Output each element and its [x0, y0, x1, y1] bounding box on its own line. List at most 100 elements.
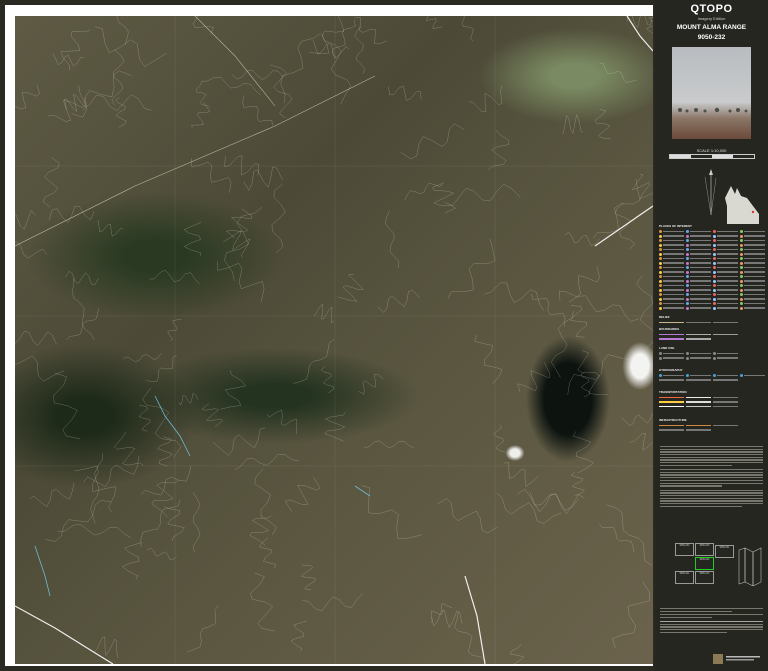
adjoining-sheets-diagram: 9050-234 9050-233 9050-231 9050-232 9050-221…: [675, 543, 735, 587]
legend-heading: LAND USE: [659, 346, 675, 350]
legend-symbol-row: [659, 302, 684, 305]
legend-symbol-row: [740, 288, 765, 292]
index-sheet-cell: 9050-214: [695, 571, 714, 584]
legend-symbol-row: [740, 293, 765, 296]
legend-symbol-row: [659, 266, 684, 269]
queensland-locator-map: [725, 186, 759, 224]
legend-symbol-row: [659, 293, 684, 296]
legend-infrastructure: [659, 424, 765, 432]
legend-symbol-row: [713, 252, 738, 256]
legend-symbol-row: [713, 257, 738, 260]
legend-heading: RELIEF: [659, 315, 670, 319]
legend-symbol-row: [686, 279, 711, 283]
creeks: [34, 395, 371, 597]
legend-symbol-row: [659, 234, 684, 238]
legend-symbol-row: [686, 266, 711, 269]
legend-symbol-row: [686, 270, 711, 274]
legend-symbol-row: [659, 248, 684, 251]
legend-symbol-row: [686, 234, 711, 238]
contour-lines: [15, 16, 653, 664]
legend-symbol-row: [659, 297, 684, 301]
footer-notes: [660, 608, 763, 634]
legend-symbol-row: [686, 257, 711, 260]
legend-symbol-row: [713, 243, 738, 247]
legend-symbol-row: [686, 239, 711, 242]
legend-symbol-row: [713, 275, 738, 278]
legend-symbol-row: [713, 266, 738, 269]
legend-symbol-row: [740, 279, 765, 283]
legend-symbol-row: [686, 261, 711, 265]
legend-heading: PLACES OF INTEREST: [659, 224, 692, 228]
legend-symbol-row: [740, 297, 765, 301]
index-sheet-cell: 9050-221: [675, 571, 694, 584]
index-sheet-cell: 9050-232: [695, 557, 714, 570]
legend-symbol-row: [686, 275, 711, 278]
legend-symbol-row: [686, 288, 711, 292]
legend-symbol-row: [740, 243, 765, 247]
legend-symbol-row: [659, 257, 684, 260]
legend-symbol-row: [740, 306, 765, 310]
tree-line-icon: [678, 107, 748, 113]
roads: [15, 16, 653, 664]
legend-heading: BOUNDARIES: [659, 327, 680, 331]
legend-heading: INFRASTRUCTURE: [659, 418, 687, 422]
scale-bar: [669, 154, 755, 159]
legend-land-use: [659, 352, 765, 360]
legend-symbol-row: [740, 239, 765, 242]
legend-boundaries: [659, 333, 765, 341]
legend-relief: [659, 321, 765, 324]
legend-symbol-row: [713, 230, 738, 233]
legend-symbol-row: [713, 279, 738, 283]
legend-symbol-row: [659, 288, 684, 292]
legend-symbol-row: [659, 261, 684, 265]
legend-symbol-row: [713, 306, 738, 310]
legend-symbol-row: [686, 252, 711, 256]
index-sheet-cell: 9050-233: [695, 543, 714, 556]
legend-symbol-row: [659, 270, 684, 274]
legend-symbol-row: [686, 302, 711, 305]
legend-symbol-row: [740, 230, 765, 233]
legend-symbol-row: [713, 284, 738, 287]
legend-symbol-row: [713, 261, 738, 265]
legend-symbol-row: [740, 275, 765, 278]
legend-hydrography: [659, 374, 765, 382]
legend-symbol-row: [713, 297, 738, 301]
legend-symbol-row: [686, 297, 711, 301]
tracks: [15, 16, 376, 247]
index-sheet-cell: 9050-231: [715, 545, 734, 558]
legend-heading: TRANSPORTATION: [659, 390, 687, 394]
government-crest-logo: [713, 654, 760, 664]
legend-symbol-row: [713, 302, 738, 305]
legend-symbol-row: [659, 306, 684, 310]
legend-symbol-row: [740, 234, 765, 238]
map-frame: [5, 5, 653, 666]
legend-symbol-row: [659, 252, 684, 256]
legend-symbol-row: [659, 230, 684, 233]
legend-symbol-row: [686, 230, 711, 233]
legend-symbol-row: [740, 284, 765, 287]
legend-symbol-row: [740, 302, 765, 305]
disclaimer-text: [660, 446, 763, 508]
cover-photo: [672, 47, 751, 139]
folded-map-icon: [738, 547, 762, 586]
legend-symbol-row: [740, 252, 765, 256]
edition-label: Imagery Edition: [697, 16, 726, 21]
legend-symbol-row: [713, 239, 738, 242]
satellite-map[interactable]: [15, 16, 653, 664]
scale-label: SCALE 1:10,000: [696, 148, 727, 153]
legend-symbol-row: [740, 261, 765, 265]
map-info-panel: QTOPO Imagery Edition MOUNT ALMA RANGE 9…: [655, 0, 768, 671]
legend-symbol-row: [713, 234, 738, 238]
legend-heading: HYDROGRAPHY: [659, 368, 683, 372]
legend-symbol-row: [686, 306, 711, 310]
sheet-name: MOUNT ALMA RANGE: [676, 24, 747, 31]
legend-symbol-row: [713, 270, 738, 274]
legend-symbol-row: [740, 248, 765, 251]
sheet-number: 9050-232: [697, 34, 726, 41]
gridlines: [15, 16, 653, 664]
legend-symbol-row: [659, 243, 684, 247]
legend-symbol-row: [659, 279, 684, 283]
legend-symbol-row: [740, 270, 765, 274]
legend-symbol-row: [659, 239, 684, 242]
legend-symbol-row: [713, 248, 738, 251]
